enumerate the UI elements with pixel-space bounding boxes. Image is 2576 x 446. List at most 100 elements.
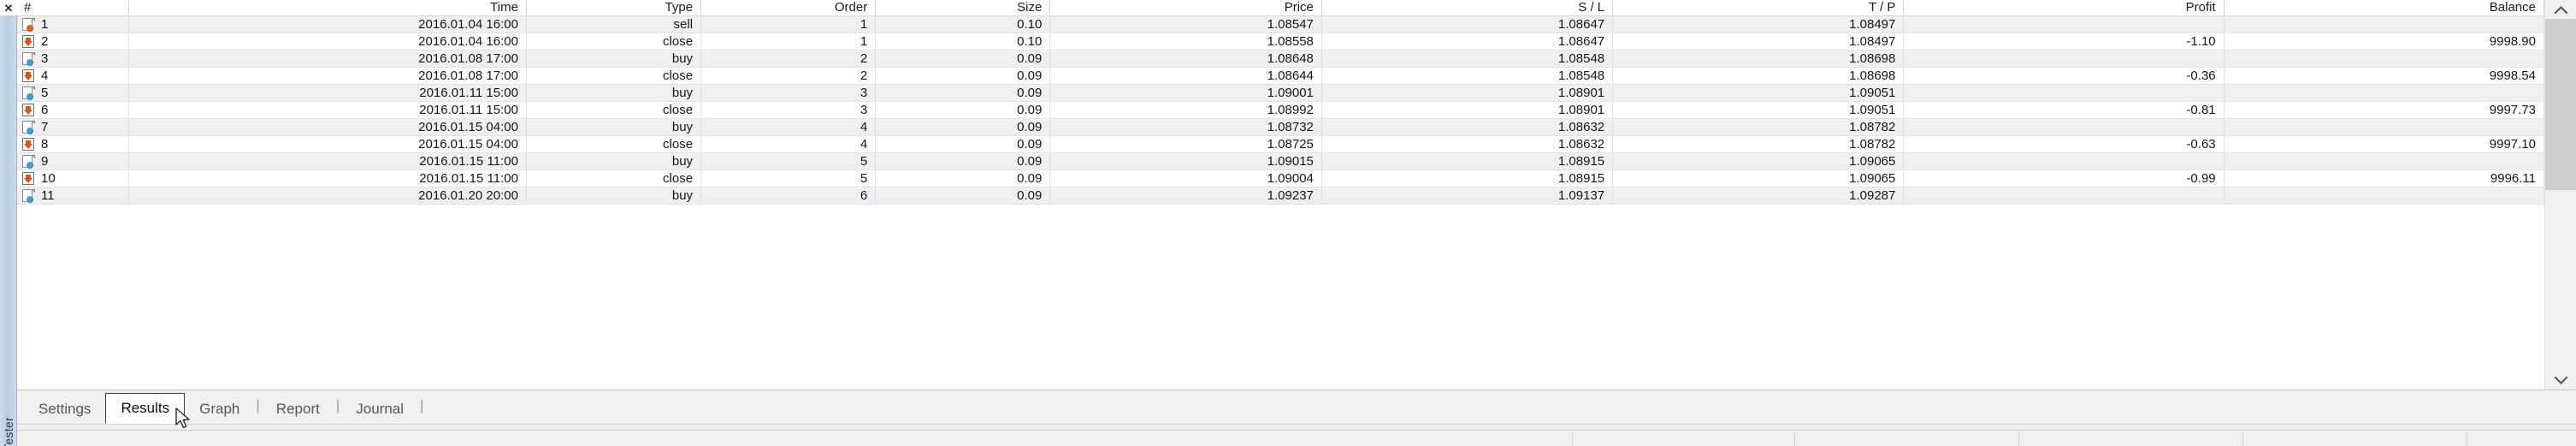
column-header-id[interactable]: #	[17, 0, 129, 16]
tab-graph[interactable]: Graph	[185, 395, 254, 424]
cell-time: 2016.01.11 15:00	[128, 84, 527, 102]
cell-take-profit: 1.08782	[1612, 118, 1905, 136]
table-row[interactable]: 9 2016.01.15 11:00 buy 5 0.09 1.09015 1.08915 1…	[17, 152, 2544, 170]
column-header-price[interactable]: Price	[1049, 0, 1322, 16]
table-row[interactable]: 1 2016.01.04 16:00 sell 1 0.10 1.08547 1.08647…	[17, 15, 2544, 33]
cell-type: close	[526, 33, 702, 51]
table-row[interactable]: 11 2016.01.20 20:00 buy 6 0.09 1.09237 1.09137…	[17, 187, 2544, 205]
cell-id: 2	[17, 33, 129, 51]
column-header-tp[interactable]: T / P	[1612, 0, 1905, 16]
cell-take-profit: 1.09051	[1612, 101, 1905, 119]
cell-balance: 9997.10	[2224, 135, 2544, 153]
scrollbar-thumb[interactable]	[2545, 19, 2576, 190]
cell-id: 11	[17, 187, 129, 205]
cell-time: 2016.01.04 16:00	[128, 33, 527, 51]
table-row[interactable]: 10 2016.01.15 11:00 close 5 0.09 1.09004 1.089…	[17, 169, 2544, 187]
cell-type: buy	[526, 84, 702, 102]
tab-separator: |	[420, 397, 424, 413]
column-header-sl[interactable]: S / L	[1321, 0, 1614, 16]
cell-take-profit: 1.08497	[1612, 15, 1905, 33]
cell-type: close	[526, 67, 702, 85]
table-row[interactable]: 6 2016.01.11 15:00 close 3 0.09 1.08992 1.0890…	[17, 101, 2544, 119]
cell-take-profit: 1.08782	[1612, 135, 1905, 153]
column-header-profit[interactable]: Profit	[1903, 0, 2224, 16]
status-tick	[2018, 433, 2019, 446]
cell-type: buy	[526, 152, 702, 170]
cell-time: 2016.01.15 04:00	[128, 118, 527, 136]
deal-buy-icon	[22, 154, 35, 169]
cell-size: 0.09	[875, 169, 1051, 187]
cell-time: 2016.01.04 16:00	[128, 15, 527, 33]
chevron-up-icon	[2554, 5, 2568, 15]
cell-profit: -1.10	[1903, 33, 2224, 51]
cell-order: 3	[700, 101, 877, 119]
row-index-label: 7	[41, 120, 49, 134]
tab-separator: |	[335, 397, 340, 413]
tab-journal[interactable]: Journal	[341, 395, 418, 424]
cell-balance	[2224, 50, 2544, 68]
cell-order: 1	[700, 33, 877, 51]
table-row[interactable]: 7 2016.01.15 04:00 buy 4 0.09 1.08732 1.08632 1…	[17, 118, 2544, 136]
cell-stop-loss: 1.08915	[1321, 152, 1614, 170]
cell-price: 1.08547	[1049, 15, 1322, 33]
cell-id: 7	[17, 118, 129, 136]
column-header-balance[interactable]: Balance	[2224, 0, 2544, 16]
cell-profit	[1903, 118, 2224, 136]
cell-price: 1.08992	[1049, 101, 1322, 119]
cell-profit: -0.36	[1903, 67, 2224, 85]
tab-separator: |	[256, 397, 260, 413]
cell-id: 6	[17, 101, 129, 119]
table-row[interactable]: 2 2016.01.04 16:00 close 1 0.10 1.08558 1.0864…	[17, 33, 2544, 51]
column-header-time[interactable]: Time	[128, 0, 527, 16]
cell-order: 4	[700, 135, 877, 153]
table-row[interactable]: 8 2016.01.15 04:00 close 4 0.09 1.08725 1.0863…	[17, 135, 2544, 153]
close-icon[interactable]: ✕	[4, 3, 14, 14]
cell-stop-loss: 1.08647	[1321, 33, 1614, 51]
cell-price: 1.08558	[1049, 33, 1322, 51]
table-row[interactable]: 3 2016.01.08 17:00 buy 2 0.09 1.08648 1.08548 1…	[17, 50, 2544, 68]
vertical-scrollbar[interactable]	[2544, 0, 2576, 390]
column-header-type[interactable]: Type	[526, 0, 702, 16]
status-tick	[1572, 433, 1573, 446]
cell-id: 5	[17, 84, 129, 102]
tab-report[interactable]: Report	[262, 395, 334, 424]
row-index-label: 3	[41, 51, 49, 66]
scroll-down-button[interactable]	[2545, 371, 2576, 390]
cell-size: 0.09	[875, 187, 1051, 205]
cell-time: 2016.01.15 11:00	[128, 152, 527, 170]
cell-price: 1.09237	[1049, 187, 1322, 205]
tab-results[interactable]: Results	[105, 393, 186, 424]
scrollbar-track[interactable]	[2545, 19, 2576, 371]
cell-time: 2016.01.20 20:00	[128, 187, 527, 205]
cell-price: 1.08725	[1049, 135, 1322, 153]
cell-balance	[2224, 15, 2544, 33]
cell-price: 1.09001	[1049, 84, 1322, 102]
cell-profit: -0.99	[1903, 169, 2224, 187]
cell-size: 0.10	[875, 15, 1051, 33]
row-index-label: 9	[41, 154, 49, 169]
column-header-order[interactable]: Order	[700, 0, 877, 16]
cell-time: 2016.01.11 15:00	[128, 101, 527, 119]
table-row[interactable]: 5 2016.01.11 15:00 buy 3 0.09 1.09001 1.08901 1…	[17, 84, 2544, 102]
cell-size: 0.09	[875, 101, 1051, 119]
cell-balance: 9996.11	[2224, 169, 2544, 187]
results-table-body: 1 2016.01.04 16:00 sell 1 0.10 1.08547 1.08647…	[17, 15, 2544, 205]
deal-buy-icon	[22, 188, 35, 203]
cell-type: close	[526, 135, 702, 153]
cell-order: 3	[700, 84, 877, 102]
results-scroll-area[interactable]: # Time Type Order Size Price S / L T / P…	[17, 0, 2544, 390]
table-row[interactable]: 4 2016.01.08 17:00 close 2 0.09 1.08644 1.0854…	[17, 67, 2544, 85]
scroll-up-button[interactable]	[2545, 0, 2576, 19]
cell-balance: 9998.90	[2224, 33, 2544, 51]
panel-content: # Time Type Order Size Price S / L T / P…	[17, 0, 2576, 446]
cell-order: 2	[700, 67, 877, 85]
tab-settings[interactable]: Settings	[24, 395, 105, 424]
cell-type: close	[526, 101, 702, 119]
status-tick	[1794, 433, 1795, 446]
column-header-size[interactable]: Size	[875, 0, 1051, 16]
deal-sell-icon	[22, 17, 35, 32]
tester-rail[interactable]: Tester	[0, 15, 17, 446]
status-tick	[2242, 433, 2243, 446]
cell-profit	[1903, 15, 2224, 33]
cell-order: 5	[700, 169, 877, 187]
